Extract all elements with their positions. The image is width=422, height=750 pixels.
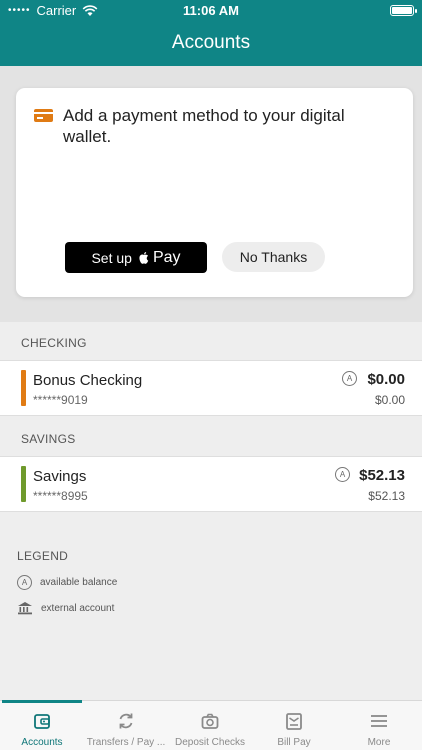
account-name: Savings xyxy=(33,468,87,485)
bill-icon xyxy=(286,713,302,730)
no-thanks-button[interactable]: No Thanks xyxy=(222,242,325,272)
available-balance-icon: A xyxy=(342,371,357,386)
account-number: ******9019 xyxy=(33,393,88,407)
legend-title: LEGEND xyxy=(17,549,69,563)
tab-bill-pay[interactable]: Bill Pay xyxy=(252,701,336,750)
section-header-savings: SAVINGS xyxy=(21,432,76,446)
wallet-icon xyxy=(34,714,50,729)
account-color-stripe xyxy=(21,466,26,502)
battery-icon xyxy=(390,5,417,16)
legend-label: external account xyxy=(41,602,115,614)
credit-card-icon xyxy=(34,109,53,122)
available-balance: $52.13 xyxy=(359,467,405,484)
wallet-prompt-message: Add a payment method to your digital wal… xyxy=(63,106,345,146)
page-title: Accounts xyxy=(171,32,251,53)
status-time: 11:06 AM xyxy=(183,3,239,18)
legend-item-external-account: external account xyxy=(17,601,114,615)
tab-more[interactable]: More xyxy=(337,701,421,750)
tab-accounts[interactable]: Accounts xyxy=(0,700,84,750)
tab-deposit-checks[interactable]: Deposit Checks xyxy=(168,701,252,750)
navigation-header: ••••• Carrier 11:06 AM Accounts xyxy=(0,0,422,66)
menu-icon xyxy=(371,715,387,727)
legend-item-available-balance: A available balance xyxy=(17,575,117,590)
current-balance: $0.00 xyxy=(374,393,405,407)
account-row-bonus-checking[interactable]: Bonus Checking ******9019 A $0.00 $0.00 xyxy=(0,360,422,416)
apple-logo-icon xyxy=(139,251,149,264)
setup-label: Set up xyxy=(91,249,132,266)
setup-apple-pay-button[interactable]: Set up Pay xyxy=(65,242,207,273)
account-number: ******8995 xyxy=(33,489,88,503)
account-row-savings[interactable]: Savings ******8995 A $52.13 $52.13 xyxy=(0,456,422,512)
status-bar: ••••• Carrier 11:06 AM xyxy=(0,0,422,22)
available-balance: $0.00 xyxy=(367,371,405,388)
current-balance: $52.13 xyxy=(368,489,405,503)
account-name: Bonus Checking xyxy=(33,372,143,389)
pay-label: Pay xyxy=(152,248,181,266)
tab-label: Bill Pay xyxy=(277,737,311,748)
available-balance-icon: A xyxy=(17,575,32,590)
tab-label: Accounts xyxy=(21,737,63,748)
camera-icon xyxy=(201,713,219,729)
transfer-icon xyxy=(119,713,133,729)
tab-label: Transfers / Pay ... xyxy=(86,737,166,748)
section-header-checking: CHECKING xyxy=(21,336,87,350)
wallet-prompt-card: Add a payment method to your digital wal… xyxy=(16,88,413,297)
tab-bar: Accounts Transfers / Pay ... Deposit Che… xyxy=(0,700,422,750)
account-color-stripe xyxy=(21,370,26,406)
tab-label: Deposit Checks xyxy=(174,737,246,748)
available-balance-icon: A xyxy=(335,467,350,482)
bank-icon xyxy=(18,602,32,615)
tab-label: More xyxy=(367,737,391,748)
legend-label: available balance xyxy=(40,577,118,588)
tab-transfers[interactable]: Transfers / Pay ... xyxy=(84,701,168,750)
